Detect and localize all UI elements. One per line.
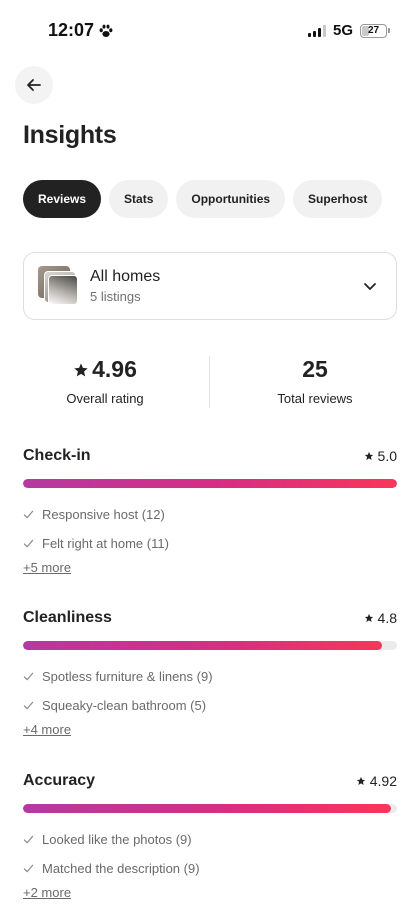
check-icon	[23, 701, 34, 710]
paw-icon	[99, 24, 113, 37]
show-more-link[interactable]: +5 more	[23, 560, 71, 575]
show-more-link[interactable]: +4 more	[23, 722, 71, 737]
category-highlight-text: Spotless furniture & linens (9)	[42, 669, 213, 684]
category-score-value: 5.0	[377, 448, 397, 464]
rating-bar	[23, 804, 397, 813]
rating-bar	[23, 641, 397, 650]
category-name: Check-in	[23, 447, 91, 464]
check-icon	[23, 835, 34, 844]
listing-selector[interactable]: All homes 5 listings	[23, 252, 397, 320]
category-name: Accuracy	[23, 772, 96, 789]
tab-superhost[interactable]: Superhost	[293, 180, 383, 218]
check-icon	[23, 539, 34, 548]
page-title: Insights	[23, 121, 117, 149]
category-highlight: Matched the description (9)	[23, 860, 397, 877]
category-accuracy: Accuracy 4.92 Looked like the photos (9)…	[23, 770, 397, 902]
category-highlight-text: Felt right at home (11)	[42, 536, 169, 551]
check-icon	[23, 864, 34, 873]
check-icon	[23, 672, 34, 681]
total-reviews-label: Total reviews	[277, 391, 353, 406]
category-highlight: Looked like the photos (9)	[23, 831, 397, 848]
overall-rating: 4.96 Overall rating	[5, 356, 205, 406]
tab-reviews[interactable]: Reviews	[23, 180, 102, 218]
category-score-value: 4.8	[377, 610, 397, 626]
category-score-value: 4.92	[369, 773, 397, 789]
back-arrow-icon	[27, 79, 41, 91]
star-icon	[356, 776, 365, 785]
rating-bar-fill	[23, 479, 397, 488]
category-highlight: Spotless furniture & linens (9)	[23, 668, 397, 685]
show-more-link[interactable]: +2 more	[23, 885, 71, 900]
star-icon	[364, 451, 373, 460]
back-button[interactable]	[15, 66, 53, 104]
category-highlight-text: Matched the description (9)	[42, 861, 200, 876]
review-summary: 4.96 Overall rating 25 Total reviews	[0, 356, 420, 410]
category-highlight: Responsive host (12)	[23, 506, 397, 523]
total-reviews-value: 25	[302, 356, 328, 382]
category-score: 5.0	[364, 448, 397, 464]
battery-icon: 27	[360, 23, 387, 38]
listing-selector-title: All homes	[90, 268, 161, 285]
category-cleanliness: Cleanliness 4.8 Spotless furniture & lin…	[23, 607, 397, 739]
check-icon	[23, 510, 34, 519]
star-icon	[364, 613, 373, 622]
tab-opportunities[interactable]: Opportunities	[176, 180, 286, 218]
tab-stats[interactable]: Stats	[109, 180, 169, 218]
category-check-in: Check-in 5.0 Responsive host (12) Felt r…	[23, 445, 397, 577]
listing-thumbnails	[38, 266, 78, 306]
category-highlight-text: Looked like the photos (9)	[42, 832, 192, 847]
category-score: 4.92	[356, 773, 397, 789]
star-icon	[74, 362, 88, 376]
category-score: 4.8	[364, 610, 397, 626]
category-highlight-text: Squeaky-clean bathroom (5)	[42, 698, 207, 713]
overall-rating-value: 4.96	[92, 356, 137, 382]
rating-bar	[23, 479, 397, 488]
category-highlight: Squeaky-clean bathroom (5)	[23, 697, 397, 714]
category-highlight-text: Responsive host (12)	[42, 507, 165, 522]
status-indicators: 5G 27	[307, 22, 390, 39]
listing-selector-subtitle: 5 listings	[90, 289, 141, 304]
battery-level: 27	[367, 25, 380, 36]
rating-bar-fill	[23, 641, 383, 650]
status-time-text: 12:07	[48, 20, 95, 40]
network-label: 5G	[332, 22, 353, 39]
listing-thumbnail	[48, 275, 78, 305]
category-highlight: Felt right at home (11)	[23, 535, 397, 552]
summary-divider	[209, 356, 210, 408]
chevron-down-icon	[364, 283, 376, 290]
signal-icon	[307, 24, 326, 37]
total-reviews: 25 Total reviews	[215, 356, 415, 406]
status-time: 12:07	[48, 20, 114, 41]
category-name: Cleanliness	[23, 609, 112, 626]
status-bar: 12:07 5G 27	[0, 0, 420, 60]
overall-rating-label: Overall rating	[66, 391, 144, 406]
rating-bar-fill	[23, 804, 392, 813]
insights-tabs: Reviews Stats Opportunities Superhost	[23, 180, 383, 218]
